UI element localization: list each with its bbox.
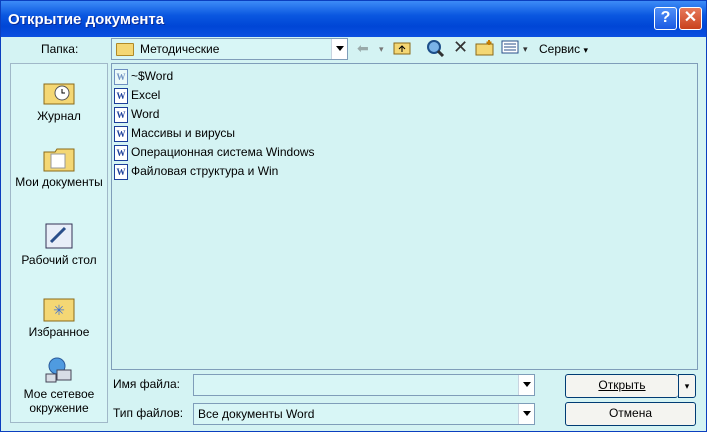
history-icon	[43, 83, 75, 105]
list-item[interactable]: W Операционная система Windows	[114, 143, 315, 161]
open-button-label: Открыть	[598, 378, 646, 392]
delete-icon[interactable]: ✕	[453, 37, 468, 58]
new-folder-icon[interactable]	[475, 39, 495, 60]
back-dropdown-icon[interactable]: ▾	[379, 44, 384, 55]
open-document-dialog: Открытие документа ? ✕ Папка: Методическ…	[0, 0, 707, 432]
folder-label: Папка:	[41, 42, 79, 56]
place-label: Мое сетевое окружение	[23, 387, 95, 415]
word-doc-icon: W	[114, 106, 128, 123]
file-list[interactable]: W ~$Word W Excel W Word W Массивы и вирусы W…	[111, 63, 698, 370]
list-item[interactable]: W ~$Word	[114, 67, 173, 85]
service-menu-label: Сервис	[539, 42, 581, 56]
place-history[interactable]: Журнал	[11, 78, 107, 123]
views-dropdown-icon[interactable]: ▾	[523, 44, 528, 55]
close-button[interactable]: ✕	[679, 7, 702, 30]
file-name: Массивы и вирусы	[131, 126, 235, 140]
folder-combo[interactable]: Методические	[111, 38, 348, 60]
list-item[interactable]: W Excel	[114, 86, 160, 104]
file-name: ~$Word	[131, 69, 174, 83]
open-dropdown-button[interactable]: ▾	[678, 374, 696, 398]
folder-icon	[116, 43, 134, 56]
place-label: Журнал	[37, 109, 81, 123]
back-arrow-icon[interactable]: ⬅	[357, 40, 369, 57]
place-label: Мои документы	[15, 175, 103, 189]
network-icon	[45, 357, 72, 383]
up-folder-icon[interactable]	[393, 39, 411, 58]
filetype-value: Все документы Word	[198, 407, 315, 421]
views-icon[interactable]	[501, 39, 521, 58]
filetype-label: Тип файлов:	[113, 406, 184, 420]
folder-combo-value: Методические	[140, 42, 220, 56]
window-title: Открытие документа	[8, 11, 165, 28]
chevron-down-icon: ▾	[583, 45, 588, 55]
cancel-button[interactable]: Отмена	[565, 402, 696, 426]
places-bar: Журнал Мои документы Рабочий стол ✳ Избр…	[10, 63, 108, 423]
favorites-icon: ✳	[43, 298, 75, 322]
place-favorites[interactable]: ✳ Избранное	[11, 294, 107, 339]
filename-input[interactable]	[193, 374, 535, 396]
chevron-down-icon: ▾	[684, 381, 690, 391]
chevron-down-icon[interactable]	[518, 375, 534, 395]
list-item[interactable]: W Файловая структура и Win	[114, 162, 278, 180]
place-label: Рабочий стол	[21, 253, 97, 267]
service-menu[interactable]: Сервис ▾	[539, 42, 588, 56]
place-my-documents[interactable]: Мои документы	[11, 144, 107, 189]
word-doc-faded-icon: W	[114, 68, 128, 85]
chevron-down-icon[interactable]	[518, 404, 534, 424]
title-bar[interactable]: Открытие документа ? ✕	[1, 1, 706, 37]
desktop-icon	[45, 223, 73, 249]
list-item[interactable]: W Массивы и вирусы	[114, 124, 235, 142]
cancel-button-label: Отмена	[608, 406, 653, 420]
place-network[interactable]: Мое сетевое окружение	[11, 356, 107, 415]
place-desktop[interactable]: Рабочий стол	[11, 222, 107, 267]
my-documents-icon	[43, 148, 75, 172]
place-label: Избранное	[28, 325, 90, 339]
file-name: Операционная система Windows	[131, 145, 315, 159]
chevron-down-icon[interactable]	[331, 39, 347, 59]
file-name: Word	[131, 107, 160, 121]
file-name: Excel	[131, 88, 161, 102]
word-doc-icon: W	[114, 125, 128, 142]
word-doc-icon: W	[114, 163, 128, 180]
filename-label: Имя файла:	[113, 377, 180, 391]
help-button[interactable]: ?	[654, 7, 677, 30]
svg-text:✳: ✳	[53, 302, 65, 318]
file-name: Файловая структура и Win	[131, 164, 279, 178]
word-doc-icon: W	[114, 144, 128, 161]
list-item[interactable]: W Word	[114, 105, 159, 123]
search-web-icon[interactable]	[425, 39, 445, 60]
filetype-select[interactable]: Все документы Word	[193, 403, 535, 425]
open-button[interactable]: Открыть	[565, 374, 678, 398]
word-doc-icon: W	[114, 87, 128, 104]
